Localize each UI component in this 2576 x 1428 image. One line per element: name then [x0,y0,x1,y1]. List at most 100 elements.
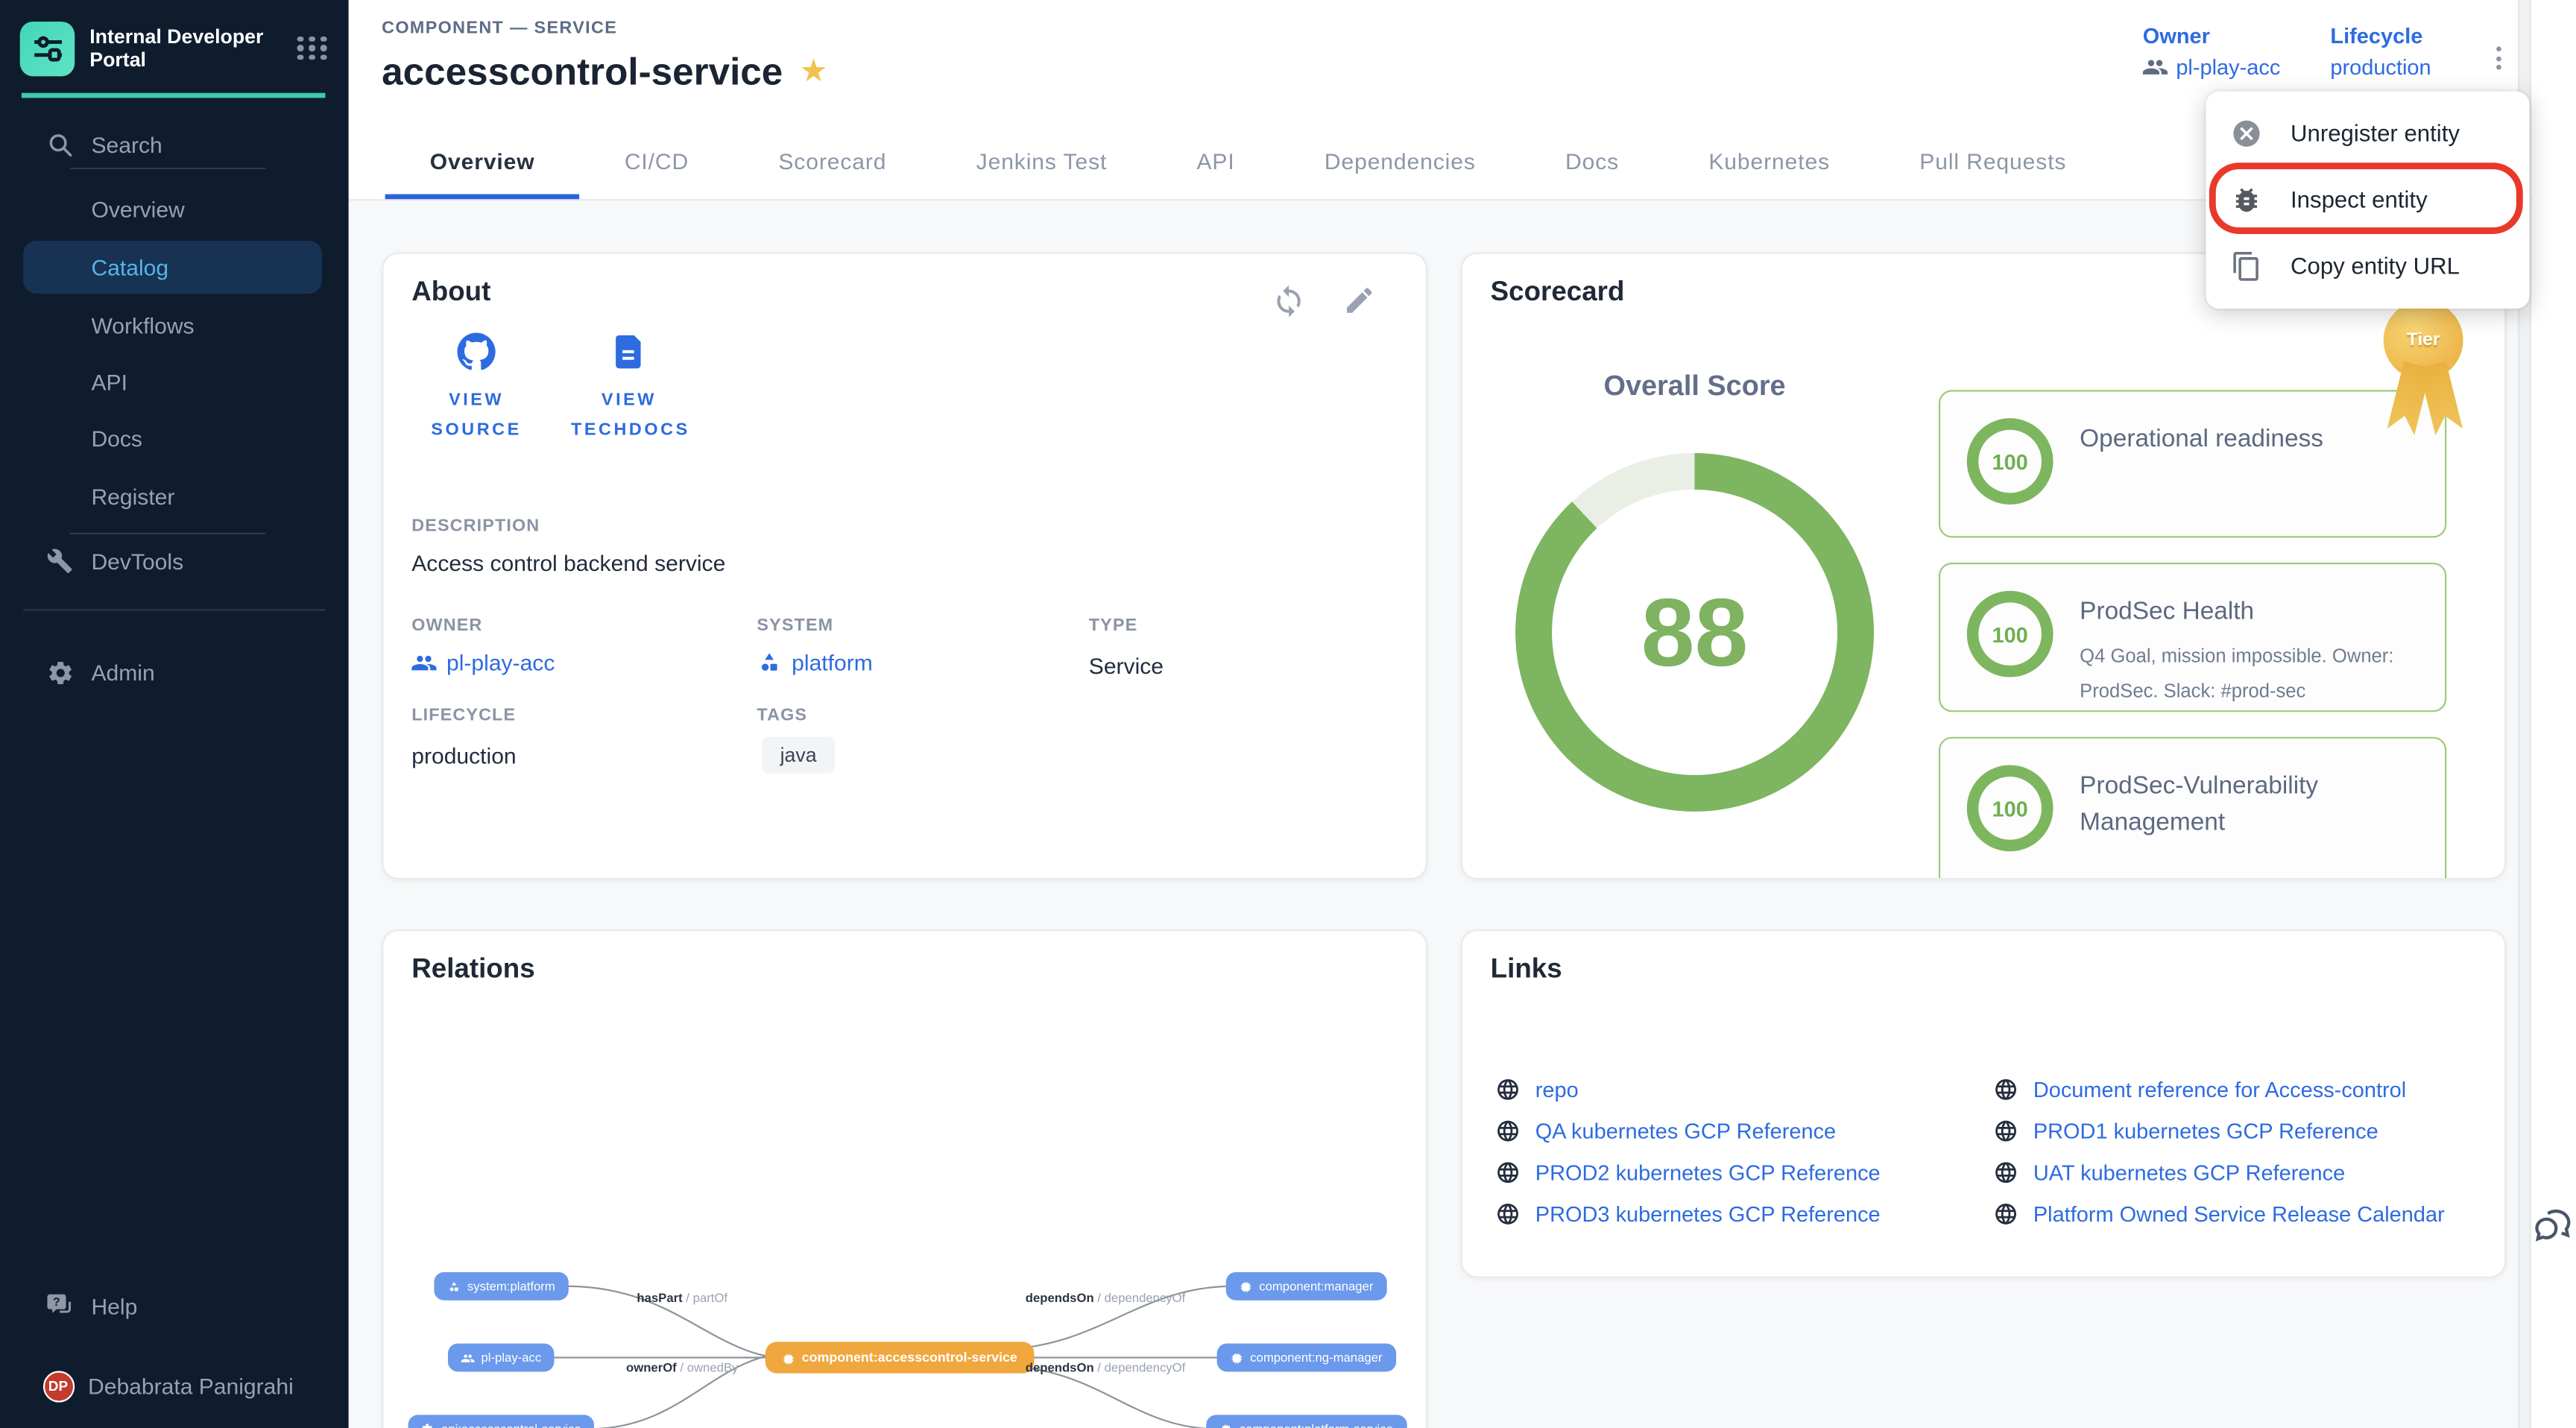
link-release-calendar[interactable]: Platform Owned Service Release Calendar [1993,1201,2444,1226]
sidebar-item-admin[interactable]: Admin [0,647,349,697]
chat-bubbles-icon[interactable] [2530,1201,2575,1246]
score-item-prodsec-health[interactable]: 100 ProdSec Health Q4 Goal, mission impo… [1939,563,2446,712]
owner-field-label: OWNER [411,616,482,636]
menu-item-unregister-entity[interactable]: Unregister entity [2206,100,2529,166]
sidebar-item-label: Help [91,1294,137,1318]
graph-node-component-ng-manager[interactable]: component:ng-manager [1217,1344,1396,1372]
tab-dependencies[interactable]: Dependencies [1280,124,1521,199]
tab-scorecard[interactable]: Scorecard [733,124,931,199]
graph-node-pl-play-acc[interactable]: pl-play-acc [448,1344,555,1372]
sidebar-item-register[interactable]: Register [23,470,322,522]
score-item-title: ProdSec-Vulnerability Management [2080,768,2411,841]
globe-icon [1993,1201,2018,1226]
score-ring: 100 [1967,765,2053,852]
gear-icon [43,656,77,689]
avatar-initials: DP [42,1370,74,1401]
link-prod1-kubernetes[interactable]: PROD1 kubernetes GCP Reference [1993,1119,2444,1143]
favorite-star-icon[interactable]: ★ [800,53,828,91]
score-item-title: ProdSec Health [2080,594,2411,631]
graph-node-component-platform-service[interactable]: component:platform-service [1206,1415,1406,1428]
refresh-button[interactable] [1272,284,1308,320]
app-logo-row[interactable]: Internal Developer Portal [0,0,349,96]
group-icon [411,651,436,675]
globe-icon [1993,1119,2018,1143]
score-item-title: Operational readiness [2080,422,2411,458]
sidebar-user[interactable]: DP Debabrata Panigrahi [0,1358,349,1415]
system-field-link[interactable]: platform [757,651,872,675]
score-item-prodsec-vulnerability[interactable]: 100 ProdSec-Vulnerability Management [1939,737,2446,880]
menu-item-inspect-entity[interactable]: Inspect entity [2206,166,2529,233]
owner-label: Owner [2143,23,2281,48]
sidebar-item-overview[interactable]: Overview [23,183,322,236]
wrench-icon [43,544,77,578]
owner-field-link[interactable]: pl-play-acc [411,651,555,675]
sidebar-item-docs[interactable]: Docs [23,411,322,464]
lifecycle-value: production [2330,54,2431,79]
edit-button[interactable] [1342,284,1379,320]
owner-meta: Owner pl-play-acc [2143,23,2281,80]
tag-chip-java: java [762,737,835,774]
user-avatar: DP [42,1369,75,1403]
chip-icon [1230,1351,1243,1365]
score-item-operational-readiness[interactable]: 100 Operational readiness [1939,390,2446,537]
sidebar-item-label: Overview [91,197,184,221]
sidebar-item-label: Docs [91,426,142,450]
link-prod3-kubernetes[interactable]: PROD3 kubernetes GCP Reference [1495,1201,1993,1226]
owner-link[interactable]: pl-play-acc [2143,54,2281,79]
apps-grid-icon[interactable] [297,36,329,60]
edge-label-dependson-2: dependsOn / dependencyOf [1026,1360,1186,1375]
link-qa-kubernetes[interactable]: QA kubernetes GCP Reference [1495,1119,1993,1143]
view-techdocs-link[interactable]: VIEW TECHDOCS [559,332,698,444]
tab-cicd[interactable]: CI/CD [580,124,734,199]
sidebar-item-label: Workflows [91,313,194,338]
menu-item-copy-entity-url[interactable]: Copy entity URL [2206,233,2529,299]
lifecycle-field-value: production [411,744,516,768]
system-icon [757,651,781,675]
graph-node-system-platform[interactable]: system:platform [434,1272,568,1301]
overall-score-value: 88 [1641,577,1749,688]
edge-label-haspart: hasPart / partOf [637,1290,727,1305]
globe-icon [1993,1077,2018,1102]
sidebar-item-search[interactable]: Search [0,119,349,169]
link-prod2-kubernetes[interactable]: PROD2 kubernetes GCP Reference [1495,1160,1993,1185]
graph-node-api-accesscontrol[interactable]: api:accesscontrol-service [408,1415,595,1428]
scorecard-title: Scorecard [1491,277,1625,309]
lifecycle-field-label: LIFECYCLE [411,705,516,725]
relations-graph: system:platform pl-play-acc api:accessco… [383,931,1427,1428]
entity-more-menu-button[interactable] [2480,35,2516,81]
sidebar-item-label: Catalog [91,255,168,279]
sidebar-item-catalog[interactable]: Catalog [23,241,322,294]
link-repo[interactable]: repo [1495,1077,1993,1102]
type-field-value: Service [1089,654,1164,678]
about-card: About [382,252,1427,879]
tab-kubernetes[interactable]: Kubernetes [1664,124,1875,199]
tab-jenkins-test[interactable]: Jenkins Test [932,124,1152,199]
tab-pull-requests[interactable]: Pull Requests [1875,124,2111,199]
globe-icon [1993,1160,2018,1185]
link-uat-kubernetes[interactable]: UAT kubernetes GCP Reference [1993,1160,2444,1185]
sidebar-item-workflows[interactable]: Workflows [23,299,322,352]
lifecycle-label: Lifecycle [2330,23,2431,48]
system-icon [447,1280,461,1293]
link-document-reference[interactable]: Document reference for Access-control [1993,1077,2444,1102]
tab-docs[interactable]: Docs [1521,124,1664,199]
sidebar-divider [70,168,266,169]
tab-overview[interactable]: Overview [385,124,580,199]
sidebar-item-label: Search [91,132,162,157]
sidebar-item-label: Admin [91,660,154,684]
sidebar-item-api[interactable]: API [23,356,322,408]
view-source-link[interactable]: VIEW SOURCE [407,332,546,444]
score-ring: 100 [1967,418,2053,505]
sidebar-item-help[interactable]: ? Help [0,1281,349,1331]
graph-node-component-accesscontrol-service[interactable]: component:accesscontrol-service [765,1342,1034,1373]
github-icon [456,332,496,371]
tags-field-label: TAGS [757,705,807,725]
sidebar-item-devtools[interactable]: DevTools [0,536,349,586]
tier-badge: Tier [2384,300,2466,380]
links-card: Links repo QA kubernetes GCP Reference [1461,929,2507,1278]
graph-node-component-manager[interactable]: component:manager [1226,1272,1387,1301]
edge-label-ownerof: ownerOf / ownedBy [626,1360,738,1375]
chip-icon [782,1351,795,1365]
puzzle-icon [421,1422,435,1428]
tab-api[interactable]: API [1152,124,1279,199]
